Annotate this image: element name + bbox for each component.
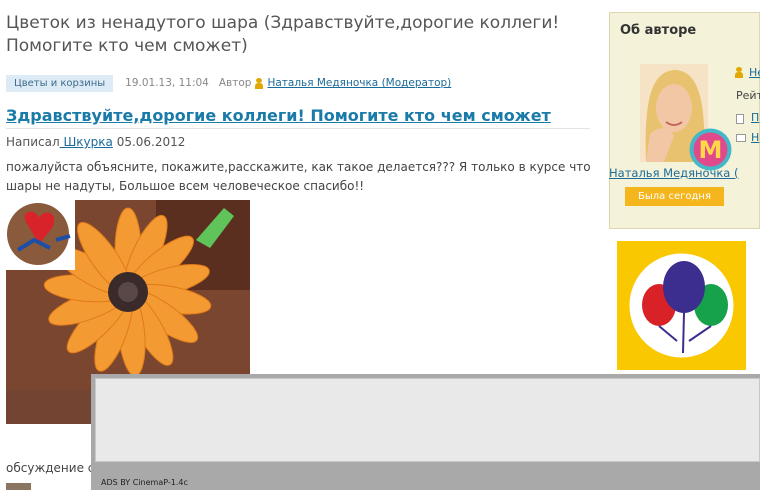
author-link[interactable]: Наталья Медяночка (Модератор)	[267, 77, 451, 89]
author-label: Автор	[218, 77, 252, 89]
byline-prefix: Написал	[6, 135, 60, 149]
forum-logo-inset	[6, 200, 75, 270]
author-rating: Рейт	[736, 89, 760, 102]
byline-author-link[interactable]: Шкурка	[60, 135, 112, 149]
document-icon	[736, 114, 744, 124]
post-body-text: пожалуйста объясните, покажите,расскажит…	[6, 160, 591, 193]
last-seen-badge: Была сегодня	[625, 187, 724, 206]
post-byline: Написал Шкурка 05.06.2012	[6, 135, 185, 149]
about-author-title: Об авторе	[620, 23, 697, 38]
badge-letter: M	[699, 136, 723, 164]
comment-avatar	[6, 483, 31, 490]
ad-label: ADS BY CinemaP-1.4c	[101, 478, 188, 487]
post-date: 19.01.13, 11:04	[125, 77, 209, 89]
page-title: Цветок из ненадутого шара (Здравствуйте,…	[6, 13, 560, 56]
author-message-link[interactable]: Н	[751, 131, 759, 144]
user-icon	[735, 67, 743, 78]
byline-date: 05.06.2012	[112, 135, 186, 149]
ad-panel[interactable]	[95, 378, 760, 462]
post-title-link[interactable]: Здравствуйте,дорогие коллеги! Помогите к…	[6, 106, 590, 129]
moderator-badge: M	[687, 128, 734, 171]
mail-icon	[736, 134, 746, 142]
author-posts-link[interactable]: П	[751, 111, 759, 124]
post-meta: Цветы и корзины 19.01.13, 11:04 Автор На…	[6, 74, 451, 92]
balloons-logo[interactable]	[617, 241, 746, 370]
author-name-link[interactable]: Наталья Медяночка (Мо	[609, 166, 739, 180]
user-icon	[255, 77, 264, 89]
ad-overlay[interactable]: ADS BY CinemaP-1.4c	[91, 374, 760, 490]
category-tag[interactable]: Цветы и корзины	[6, 74, 114, 92]
about-author-box: Об авторе M Не Рейт П Н Наталья Медяночк…	[609, 12, 760, 229]
author-profile-link[interactable]: Не	[749, 66, 760, 79]
